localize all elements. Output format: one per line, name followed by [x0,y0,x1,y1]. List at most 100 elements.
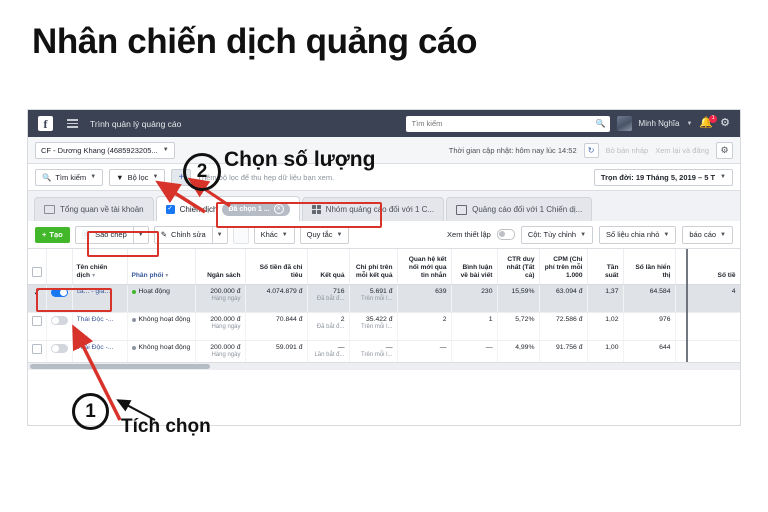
cost-per-result-cell: 35.422 đ Trên mỗi l... [349,312,398,341]
campaign-name-cell[interactable]: Thái Độc -... [72,312,128,341]
col-messaging-connections[interactable]: Quan hệ kết nối mới qua tin nhắn [397,249,452,285]
search-icon[interactable]: 🔍 [596,119,606,128]
tab-account-overview[interactable]: Tổng quan về tài khoản [34,197,154,221]
col-cost-per-result[interactable]: Chi phí trên mỗi kết quả [349,249,398,285]
row-checkbox-cell[interactable] [28,312,47,341]
tab-ads[interactable]: Quảng cáo đối với 1 Chiến dị... [446,197,593,221]
results-cell: 716 Đã bắt đ... [307,284,350,313]
gear-icon[interactable]: ⚙ [720,118,730,129]
col-post-comments[interactable]: Bình luận về bài viết [451,249,498,285]
toggle-header [46,249,73,285]
reports-button[interactable]: báo cáo ▼ [682,225,733,244]
col-frequency[interactable]: Tần suất [587,249,624,285]
create-button[interactable]: + Tạo [35,226,70,243]
cost-per-result-cell: 5.691 đ Trên mỗi l... [349,284,398,313]
col-spent[interactable]: Số tiền đã chi tiêu [245,249,308,285]
screenshot-frame: f Trình quản lý quảng cáo 🔍 Minh Nghĩa ▼… [28,110,740,425]
col-amount[interactable]: Số tiề [675,249,740,285]
search-filter-button[interactable]: 🔍 Tìm kiếm ▼ [35,168,104,186]
ctr-cell: 5,72% [497,312,540,341]
account-bar: CF - Dương Khang (4685923205... ▼ Thời g… [28,137,740,164]
view-setup-label: Xem thiết lập [447,230,491,239]
table-row[interactable]: ✓ ca... - gia... Hoạt động 200.000 đ Hàng… [28,284,740,313]
review-and-publish-button[interactable]: Xem lại và đăng [655,146,709,155]
rules-button[interactable]: Quy tắc ▼ [299,225,350,244]
discard-draft-button[interactable]: Bỏ bản nháp [606,146,649,155]
view-setup-toggle[interactable] [496,229,515,240]
tab-label: Quảng cáo đối với 1 Chiến dị... [472,205,583,214]
filters-label: Bộ lọc [127,172,149,182]
highlight-box-selected-row [36,288,112,312]
amount-cell [675,312,740,341]
budget-cell: 200.000 đ Hàng ngày [195,312,246,341]
account-selector[interactable]: CF - Dương Khang (4685923205... ▼ [35,141,175,159]
more-button[interactable]: Khác ▼ [253,225,295,244]
campaigns-table-wrapper[interactable]: Tên chiến dịch ▾ Phân phối ▾ Ngân sách Số … [28,249,740,370]
settings-gear-button[interactable]: ⚙ [716,141,733,159]
checkbox-icon[interactable] [32,266,42,277]
breakdown-button[interactable]: Số liệu chia nhỏ ▼ [599,225,677,244]
tab-label: Chiến dịch [179,204,218,214]
breakdown-label: Số liệu chia nhỏ [606,230,660,239]
campaigns-table: Tên chiến dịch ▾ Phân phối ▾ Ngân sách Số … [28,249,740,370]
edit-button[interactable]: ✎ Chỉnh sửa ▼ [153,225,228,244]
notification-badge: 1 [709,115,718,123]
row-toggle-cell[interactable] [46,312,73,341]
date-range-selector[interactable]: Trọn đời: 19 Tháng 5, 2019 – 5 T ▼ [593,168,733,186]
funnel-icon: ▼ [116,172,124,182]
facebook-logo-icon[interactable]: f [38,116,53,131]
search-box[interactable]: 🔍 [405,115,610,132]
messaging-connections-cell: 2 [397,312,452,341]
horizontal-scrollbar[interactable] [28,362,740,370]
post-comments-cell: 230 [451,284,498,313]
chevron-down-icon: ▼ [281,231,288,238]
avatar[interactable] [616,116,632,131]
marker-circle-one: 1 [72,393,109,430]
bell-icon[interactable]: 🔔 1 [699,115,718,129]
status-toggle[interactable] [50,316,68,325]
highlight-box-campaign-tab [216,202,382,228]
col-ctr[interactable]: CTR duy nhất (Tất cả) [497,249,540,285]
spent-cell: 70.844 đ [245,312,308,341]
impressions-cell: 64.584 [623,284,676,313]
table-row[interactable]: Thái Độc -... Không hoạt động 200.000 đH… [28,312,740,341]
messaging-connections-cell: 639 [397,284,452,313]
refresh-icon[interactable]: ↻ [583,142,599,158]
chevron-down-icon[interactable]: ▼ [686,121,692,127]
post-comments-cell: 1 [451,312,498,341]
checkbox-icon[interactable] [32,316,42,326]
chevron-down-icon[interactable]: ▼ [211,226,227,243]
col-budget[interactable]: Ngân sách [195,249,246,285]
account-bar-right: Thời gian cập nhật: hôm nay lúc 14:52 ↻ … [449,141,733,159]
status-toggle[interactable] [50,344,68,353]
sort-icon: ▾ [92,272,96,279]
reports-label: báo cáo [689,230,717,239]
col-cpm[interactable]: CPM (Chi phí trên mỗi 1.000 [539,249,588,285]
chevron-down-icon: ▼ [663,231,670,238]
frequency-cell: 1,02 [587,312,624,341]
delivery-cell: Hoạt động [127,284,196,313]
scrollbar-thumb[interactable] [30,364,210,369]
checkbox-icon: ✓ [165,204,175,214]
status-dot-icon [131,345,136,350]
annotation-label-two: Chọn số lượng [224,148,376,171]
hamburger-menu-icon[interactable] [67,119,78,128]
col-results[interactable]: Kết quả [307,249,350,285]
chevron-down-icon[interactable]: ▼ [163,147,169,153]
columns-label: Cột: Tùy chỉnh [527,230,577,239]
highlight-box-duplicate-button [87,231,159,257]
chevron-down-icon: ▼ [90,174,97,180]
frozen-column-divider [686,249,688,363]
select-all-header[interactable] [28,249,47,285]
user-name[interactable]: Minh Nghĩa [639,119,680,128]
filters-button[interactable]: ▼ Bộ lọc ▼ [109,168,166,186]
rules-label: Quy tắc [306,230,333,239]
checkbox-icon[interactable] [32,344,42,354]
search-input[interactable] [409,118,596,129]
page-title: Nhân chiến dịch quảng cáo [32,22,478,61]
col-impressions[interactable]: Số lần hiển thị [623,249,676,285]
cpm-cell: 72.586 đ [539,312,588,341]
results-cell: 2 Đã bắt đ... [307,312,350,341]
account-name: CF - Dương Khang (4685923205... [41,145,158,155]
columns-button[interactable]: Cột: Tùy chỉnh ▼ [520,225,594,244]
